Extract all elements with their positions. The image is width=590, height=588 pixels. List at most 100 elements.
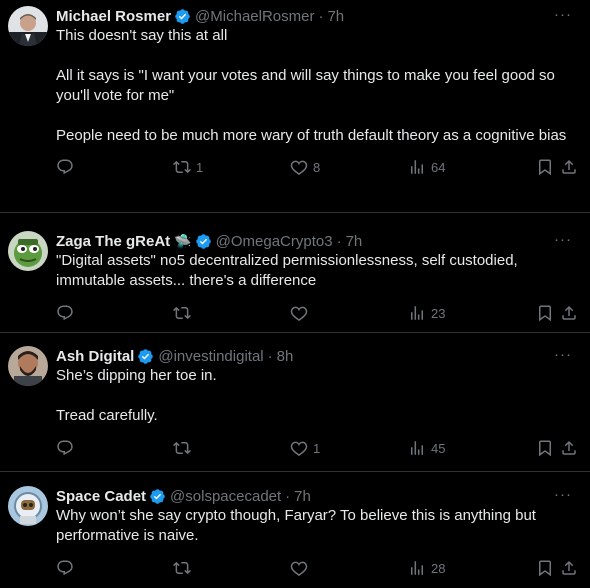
- views-count: 28: [431, 560, 446, 576]
- repost-button[interactable]: 1: [173, 158, 203, 176]
- views-icon: [411, 306, 423, 320]
- repost-button[interactable]: [173, 439, 196, 457]
- tweet-text: This doesn't say this at all All it says…: [56, 26, 578, 146]
- views-icon: [411, 441, 423, 455]
- author-handle[interactable]: @OmegaCrypto3: [216, 233, 333, 250]
- views-button[interactable]: 28: [408, 559, 445, 577]
- separator: ·: [336, 232, 342, 250]
- tweet[interactable]: ··· Michael Rosmer @MichaelRosmer · 7h T…: [0, 0, 590, 213]
- more-icon[interactable]: ···: [554, 231, 572, 248]
- share-icon: [562, 305, 576, 320]
- ufo-emoji: 🛸: [174, 232, 192, 249]
- share-button[interactable]: [560, 439, 578, 457]
- share-button[interactable]: [560, 304, 578, 322]
- bookmark-icon: [539, 305, 551, 322]
- tweet-paragraph: [56, 386, 578, 406]
- repost-icon: [173, 160, 191, 174]
- repost-button[interactable]: [173, 304, 196, 322]
- more-icon[interactable]: ···: [554, 6, 572, 23]
- tweet-paragraph: [56, 46, 578, 66]
- timestamp[interactable]: 7h: [294, 488, 311, 505]
- tweet-text: Why won’t she say crypto though, Faryar?…: [56, 506, 578, 546]
- bookmark-icon: [539, 560, 551, 577]
- views-button[interactable]: 45: [408, 439, 445, 457]
- views-icon: [411, 160, 423, 174]
- author-name[interactable]: Ash Digital: [56, 348, 134, 365]
- views-button[interactable]: 23: [408, 304, 445, 322]
- separator: ·: [318, 7, 324, 25]
- views-icon: [411, 561, 423, 575]
- more-icon[interactable]: ···: [554, 486, 572, 503]
- timestamp[interactable]: 7h: [327, 8, 344, 25]
- like-icon: [290, 441, 308, 457]
- share-button[interactable]: [560, 158, 578, 176]
- author-handle[interactable]: @MichaelRosmer: [195, 8, 314, 25]
- like-button[interactable]: [290, 304, 313, 322]
- author-handle[interactable]: @investindigital: [158, 348, 263, 365]
- like-icon: [290, 561, 308, 577]
- verified-badge-icon: [138, 348, 154, 364]
- tweet[interactable]: ··· Zaga The gReAt 🛸 @OmegaCrypto3 · 7h …: [0, 213, 590, 333]
- separator: ·: [285, 487, 291, 505]
- bookmark-icon: [539, 440, 551, 457]
- more-icon[interactable]: ···: [554, 346, 572, 363]
- reply-button[interactable]: [56, 559, 74, 577]
- reply-feed: ··· Michael Rosmer @MichaelRosmer · 7h T…: [0, 0, 590, 588]
- verified-badge-icon: [175, 8, 190, 24]
- repost-icon: [173, 561, 191, 575]
- avatar[interactable]: [8, 231, 48, 271]
- bookmark-icon: [539, 159, 551, 176]
- bookmark-button[interactable]: [536, 559, 554, 577]
- repost-icon: [173, 441, 191, 455]
- timestamp[interactable]: 7h: [346, 233, 363, 250]
- repost-icon: [173, 306, 191, 320]
- like-count: 8: [313, 159, 321, 175]
- author-handle[interactable]: @solspacecadet: [170, 488, 281, 505]
- tweet-paragraph: Tread carefully.: [56, 407, 158, 424]
- repost-count: 1: [196, 159, 204, 175]
- action-bar: 28: [56, 559, 578, 579]
- like-icon: [290, 306, 308, 322]
- tweet-paragraph: All it says is "I want your votes and wi…: [56, 67, 555, 104]
- views-button[interactable]: 64: [408, 158, 445, 176]
- tweet[interactable]: ··· Space Cadet @solspacecadet · 7h Why …: [0, 472, 590, 588]
- like-button[interactable]: 8: [290, 158, 320, 176]
- separator: ·: [267, 347, 273, 365]
- action-bar: 1 45: [56, 439, 578, 459]
- reply-icon: [57, 305, 73, 321]
- reply-button[interactable]: [56, 158, 74, 176]
- like-button[interactable]: 1: [290, 439, 320, 457]
- avatar[interactable]: [8, 6, 48, 46]
- bookmark-button[interactable]: [536, 439, 554, 457]
- share-icon: [562, 560, 576, 575]
- verified-badge-icon: [150, 488, 165, 504]
- bookmark-button[interactable]: [536, 158, 554, 176]
- share-button[interactable]: [560, 559, 578, 577]
- avatar[interactable]: [8, 486, 48, 526]
- repost-button[interactable]: [173, 559, 196, 577]
- views-count: 45: [431, 440, 446, 456]
- tweet-paragraph: People need to be much more wary of trut…: [56, 127, 567, 144]
- tweet-paragraph: "Digital assets" no5 decentralized permi…: [56, 252, 518, 289]
- timestamp[interactable]: 8h: [277, 348, 294, 365]
- tweet-paragraph: [56, 106, 578, 126]
- reply-button[interactable]: [56, 304, 74, 322]
- like-icon: [290, 160, 308, 176]
- tweet-paragraph: Why won’t she say crypto though, Faryar?…: [56, 507, 536, 544]
- tweet-text: "Digital assets" no5 decentralized permi…: [56, 251, 578, 291]
- bookmark-button[interactable]: [536, 304, 554, 322]
- reply-icon: [57, 560, 73, 576]
- author-name[interactable]: Zaga The gReAt: [56, 233, 170, 250]
- avatar[interactable]: [8, 346, 48, 386]
- reply-icon: [57, 440, 73, 456]
- action-bar: 1 8 64: [56, 158, 578, 178]
- author-name[interactable]: Michael Rosmer: [56, 8, 171, 25]
- action-bar: 23: [56, 304, 578, 324]
- tweet[interactable]: ··· Ash Digital @investindigital · 8h Sh…: [0, 333, 590, 472]
- reply-button[interactable]: [56, 439, 74, 457]
- like-button[interactable]: [290, 559, 313, 577]
- views-count: 23: [431, 305, 446, 321]
- verified-badge-icon: [195, 233, 211, 249]
- author-name[interactable]: Space Cadet: [56, 488, 146, 505]
- share-icon: [562, 159, 576, 174]
